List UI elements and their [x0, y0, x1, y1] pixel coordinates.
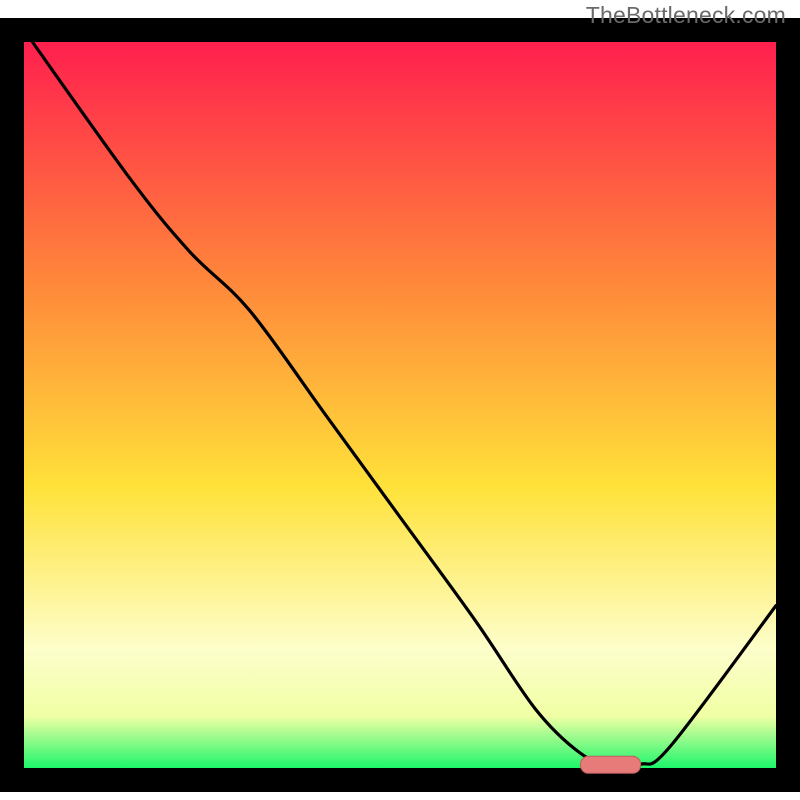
bottleneck-chart — [0, 0, 800, 800]
plot-background — [24, 30, 776, 768]
optimal-range-marker — [580, 756, 640, 773]
watermark-text: TheBottleneck.com — [586, 2, 786, 29]
